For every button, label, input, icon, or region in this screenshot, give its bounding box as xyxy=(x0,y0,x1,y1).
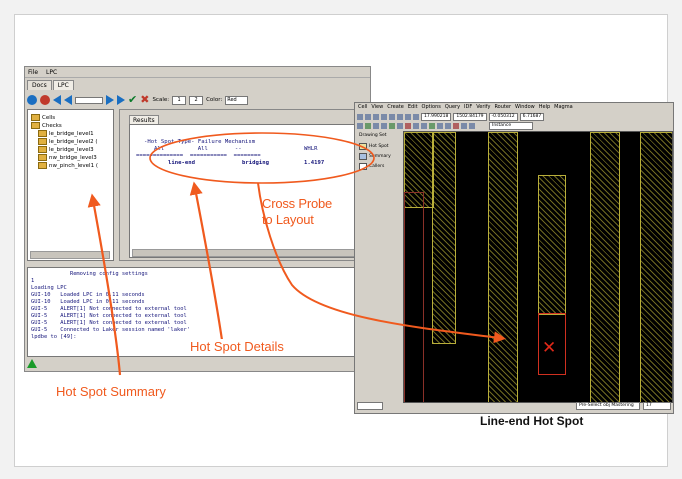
annotation-overlay xyxy=(87,132,506,376)
annotation-hot-spot-details: Hot Spot Details xyxy=(188,339,286,354)
details-arrow xyxy=(189,181,224,341)
annotation-cross-probe-2: to Layout xyxy=(262,212,314,227)
annotation-hot-spot-summary: Hot Spot Summary xyxy=(54,384,168,399)
summary-arrow xyxy=(87,193,122,376)
figure-caption: Line-end Hot Spot xyxy=(480,414,584,428)
annotation-cross-probe-1: Cross Probe xyxy=(262,196,333,211)
results-highlight-ellipse xyxy=(149,132,375,184)
